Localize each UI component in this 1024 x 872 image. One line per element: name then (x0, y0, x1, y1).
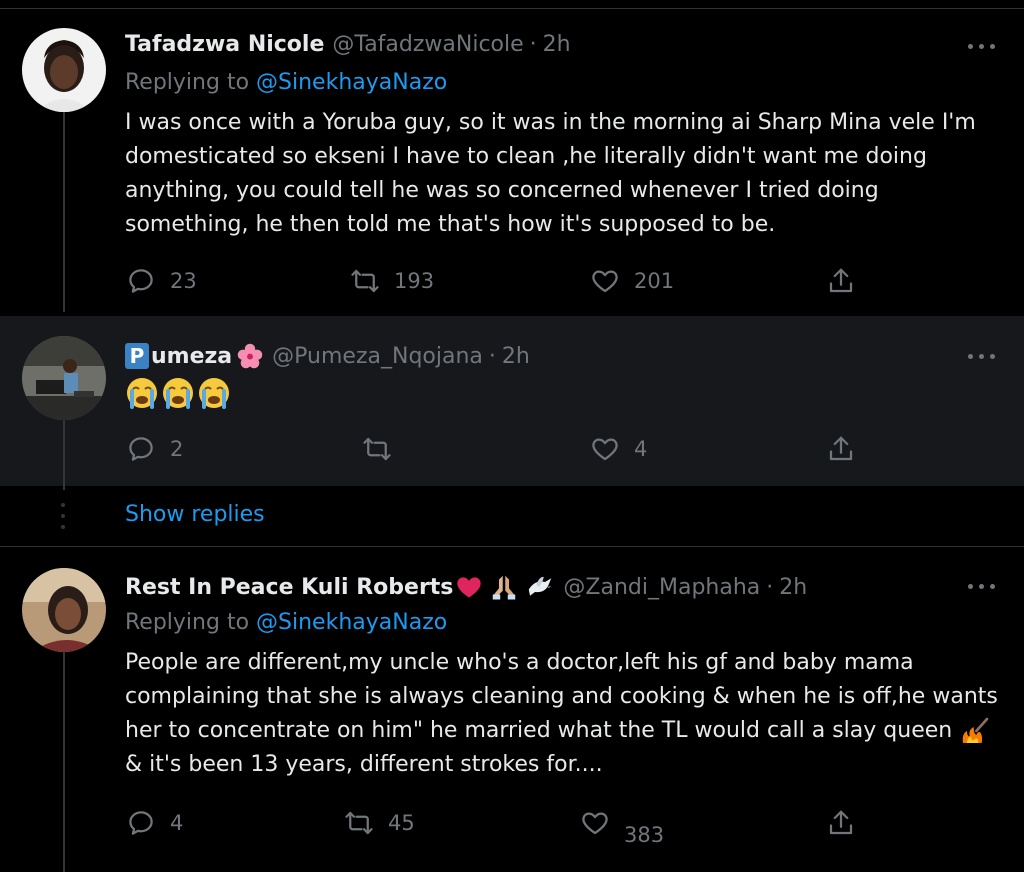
more-options-button[interactable] (968, 36, 998, 56)
share-button[interactable] (826, 434, 856, 464)
crying-face-emoji (127, 378, 157, 409)
reply-icon (129, 269, 153, 293)
reply-count: 23 (170, 269, 197, 293)
avatar-pumeza-image (22, 336, 106, 420)
separator-dot: · (488, 343, 496, 369)
author-name-text: Rest In Peace Kuli Roberts (125, 574, 454, 600)
retweet-icon (351, 269, 379, 293)
reply-icon (129, 437, 153, 461)
like-count: 383 (624, 823, 665, 847)
retweet-count: 193 (394, 269, 435, 293)
retweet-button[interactable]: 45 (344, 808, 415, 838)
like-count: 4 (634, 437, 648, 461)
tweet-text-part1: People are different,my uncle who's a do… (125, 650, 998, 743)
like-button[interactable]: 4 (590, 434, 647, 464)
separator-dot: · (529, 32, 537, 57)
replying-to-prefix: Replying to (125, 70, 250, 95)
share-button[interactable] (826, 266, 856, 296)
avatar[interactable] (22, 28, 106, 112)
retweet-icon (363, 437, 391, 461)
tweet3-header: Rest In Peace Kuli Roberts @Zandi_Maphah… (125, 572, 807, 602)
section-divider (0, 546, 1024, 547)
like-count: 201 (634, 269, 675, 293)
reply-button[interactable]: 2 (126, 434, 183, 464)
share-icon (829, 436, 853, 461)
red-heart-emoji (457, 577, 482, 598)
author-name-text: umeza (151, 343, 233, 369)
author-handle[interactable]: @TafadzwaNicole (332, 32, 523, 57)
share-icon (829, 268, 853, 293)
share-button[interactable] (826, 808, 856, 838)
avatar[interactable] (22, 336, 106, 420)
folded-hands-emoji (493, 575, 516, 600)
timestamp[interactable]: 2h (543, 32, 571, 57)
heart-icon (582, 812, 608, 835)
avatar-zandi-image (22, 568, 106, 652)
reply-count: 2 (170, 437, 184, 461)
tweet2-header: P umeza @Pumeza_Nqojana · 2h (125, 342, 530, 370)
mention-link[interactable]: @SinekhayaNazo (256, 70, 447, 95)
tweet1-header: Tafadzwa Nicole @TafadzwaNicole · 2h (125, 32, 571, 57)
timestamp[interactable]: 2h (779, 575, 807, 600)
fire-broom-emoji (962, 717, 989, 743)
thread-line (63, 420, 65, 490)
reply-button[interactable]: 23 (126, 266, 197, 296)
avatar-tafadzwa-image (22, 28, 106, 112)
author-name[interactable]: Rest In Peace Kuli Roberts (125, 572, 555, 602)
replying-to: Replying to @SinekhayaNazo (125, 70, 447, 95)
show-replies-link[interactable]: Show replies (125, 502, 265, 527)
reply-button[interactable]: 4 (126, 808, 183, 838)
timestamp[interactable]: 2h (502, 344, 530, 369)
hibiscus-emoji (237, 343, 263, 369)
replying-to: Replying to @SinekhayaNazo (125, 610, 447, 635)
crying-face-emoji (163, 378, 193, 409)
more-options-button[interactable] (968, 346, 998, 366)
reply-icon (129, 811, 153, 835)
dove-emoji (529, 576, 552, 596)
thread-dot (61, 525, 65, 529)
like-button[interactable]: 201 (590, 266, 674, 296)
crying-face-emoji (199, 378, 229, 409)
like-button[interactable]: 383 (580, 808, 664, 847)
retweet-count: 45 (388, 811, 415, 835)
retweet-button[interactable] (362, 434, 406, 464)
heart-icon (592, 438, 618, 461)
author-name[interactable]: Tafadzwa Nicole (125, 32, 324, 57)
retweet-button[interactable]: 193 (350, 266, 434, 296)
tweet-emoji-text (125, 376, 231, 410)
author-handle[interactable]: @Zandi_Maphaha (563, 575, 760, 600)
thread-line (63, 112, 65, 312)
name-badge: P (125, 343, 149, 369)
more-options-button[interactable] (968, 576, 998, 596)
author-handle[interactable]: @Pumeza_Nqojana (272, 344, 483, 369)
thread-dot (61, 514, 65, 518)
tweet-text: I was once with a Yoruba guy, so it was … (125, 110, 976, 237)
avatar[interactable] (22, 568, 106, 652)
thread-dot (61, 503, 65, 507)
heart-icon (592, 270, 618, 293)
separator-dot: · (766, 574, 774, 600)
mention-link[interactable]: @SinekhayaNazo (256, 610, 447, 635)
share-icon (829, 810, 853, 835)
thread-line (63, 652, 65, 872)
tweet-text-part2: & it's been 13 years, different strokes … (125, 752, 603, 777)
reply-count: 4 (170, 811, 184, 835)
author-name[interactable]: P umeza (125, 342, 264, 370)
retweet-icon (345, 811, 373, 835)
top-divider (0, 8, 1024, 9)
tweet-text: People are different,my uncle who's a do… (125, 646, 1005, 782)
replying-to-prefix: Replying to (125, 610, 250, 635)
